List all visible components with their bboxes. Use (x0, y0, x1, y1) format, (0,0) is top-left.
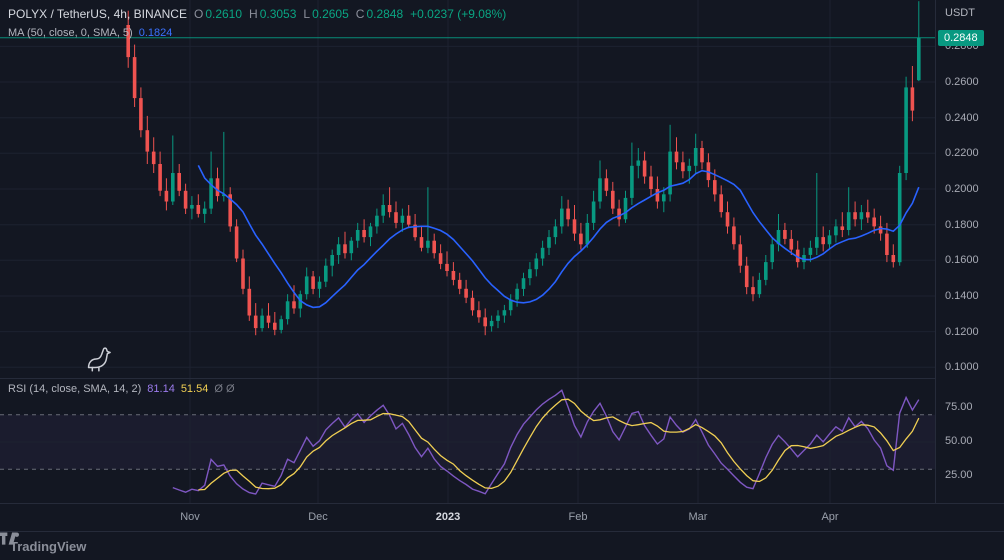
rsi-hidden-values: Ø Ø (214, 383, 235, 395)
chart-legend: POLYX / TetherUS, 4h, BINANCE O 0.2610 H 0.3… (8, 5, 506, 41)
time-axis-label: 2023 (435, 511, 461, 523)
last-price-badge: 0.2848 (938, 29, 984, 46)
rsi-tick-label: 25.00 (945, 469, 973, 481)
main-price-pane: POLYX / TetherUS, 4h, BINANCE O 0.2610 H 0.3… (0, 0, 935, 378)
bottom-toolbar: TradingView (0, 531, 1004, 560)
price-tick-label: 0.1200 (945, 325, 979, 338)
rsi-ma-value: 51.54 (180, 383, 209, 395)
ohlc-label: H (249, 7, 258, 21)
price-tick-label: 0.1400 (945, 289, 979, 302)
price-chart-canvas[interactable] (0, 0, 935, 378)
price-change: +0.0237 (+9.08%) (410, 7, 507, 21)
price-tick-label: 0.2600 (945, 76, 979, 89)
price-tick-label: 0.1600 (945, 254, 979, 267)
time-axis[interactable]: Nov Dec 2023 Feb Mar Apr (0, 503, 1004, 532)
time-axis-label: Feb (568, 511, 588, 523)
rsi-tick-label: 75.00 (945, 401, 973, 413)
rsi-tick-label: 50.00 (945, 435, 973, 447)
ohlc-value: 0.3053 (259, 7, 297, 21)
price-tick-label: 0.1800 (945, 218, 979, 231)
tradingview-logo-text: TradingView (10, 538, 87, 554)
rsi-value: 81.14 (147, 383, 175, 395)
ohlc-value: 0.2610 (205, 7, 243, 21)
ohlc-value: 0.2605 (312, 7, 349, 21)
tradingview-chart-window: POLYX / TetherUS, 4h, BINANCE O 0.2610 H 0.3… (0, 0, 1004, 560)
price-axis-currency[interactable]: USDT (945, 7, 975, 19)
rsi-indicator-pane: RSI (14, close, SMA, 14, 2) 81.14 51.54 Ø Ø (0, 378, 935, 504)
ohlc-value: 0.2848 (366, 7, 404, 21)
tradingview-logo-icon (0, 532, 19, 545)
time-axis-label: Nov (180, 511, 200, 523)
rsi-legend: RSI (14, close, SMA, 14, 2) 81.14 51.54 Ø Ø (8, 383, 235, 395)
price-tick-label: 0.2200 (945, 147, 979, 160)
ma-value: 0.1824 (138, 27, 173, 39)
ohlc-label: O (193, 7, 204, 21)
ma-indicator-label[interactable]: MA (50, close, 0, SMA, 5) (8, 27, 133, 39)
symbol-title[interactable]: POLYX / TetherUS, 4h, BINANCE (8, 7, 187, 21)
tradingview-logo[interactable]: TradingView (0, 532, 87, 554)
price-tick-label: 0.2400 (945, 111, 979, 124)
time-axis-label: Dec (308, 511, 328, 523)
rsi-chart-canvas[interactable] (0, 379, 935, 504)
ohlc-label: L (303, 7, 311, 21)
ohlc-label: C (355, 7, 365, 21)
rsi-indicator-label[interactable]: RSI (14, close, SMA, 14, 2) (8, 383, 141, 395)
price-tick-label: 0.1000 (945, 361, 979, 374)
ohlc-values: O 0.2610 H 0.3053 L 0.2605 C 0.2848 (187, 7, 403, 21)
price-axis[interactable]: USDT 0.2848 0.2800 0.2600 0.2400 0.2200 0.20… (935, 0, 1004, 503)
time-axis-label: Apr (821, 511, 839, 523)
time-axis-label: Mar (688, 511, 708, 523)
price-tick-label: 0.2000 (945, 183, 979, 195)
